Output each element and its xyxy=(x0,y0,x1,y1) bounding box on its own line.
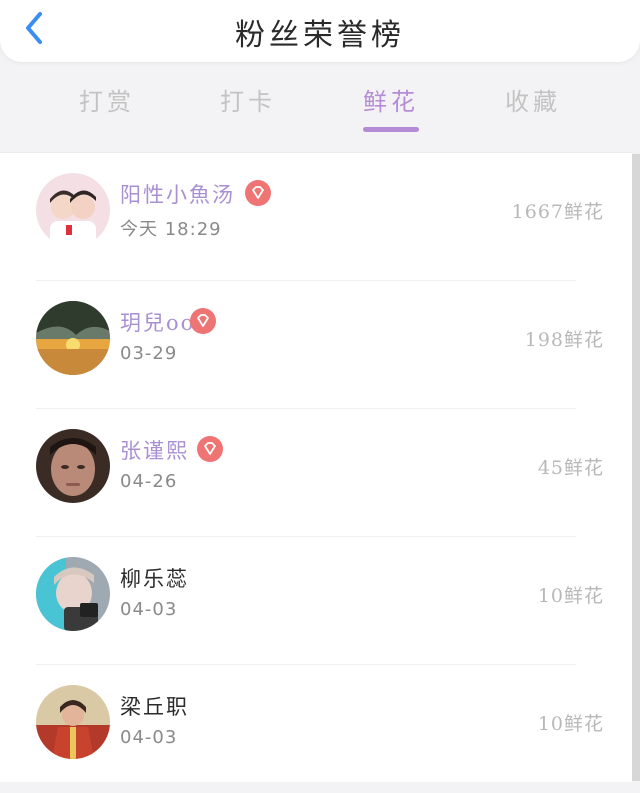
flower-count: 1667鲜花 xyxy=(511,201,604,223)
flower-count: 10鲜花 xyxy=(537,585,604,607)
top-bar: 粉丝荣誉榜 xyxy=(0,0,640,62)
ranking-list: 阳性小魚汤 今天 18:29 1667鲜花 玥兒oo 03-29 198鲜花 张… xyxy=(0,152,632,782)
tab-bar: 打赏 打卡 鲜花 收藏 xyxy=(0,74,640,144)
face-photo-image xyxy=(36,429,110,503)
flower-count: 198鲜花 xyxy=(524,329,604,351)
timestamp: 04-03 xyxy=(120,727,178,748)
list-item[interactable]: 张谨熙 04-26 45鲜花 xyxy=(0,409,632,537)
avatar[interactable] xyxy=(36,173,110,247)
fan-name[interactable]: 柳乐蕊 xyxy=(120,563,189,593)
couple-photo-image xyxy=(36,173,110,247)
list-item[interactable]: 玥兒oo 03-29 198鲜花 xyxy=(0,281,632,409)
avatar[interactable] xyxy=(36,301,110,375)
flower-count: 45鲜花 xyxy=(537,457,604,479)
fan-name[interactable]: 玥兒oo xyxy=(120,307,195,337)
warrior-photo-image xyxy=(36,685,110,759)
timestamp: 今天 18:29 xyxy=(120,219,222,240)
flower-count: 10鲜花 xyxy=(537,713,604,735)
tab-dashang[interactable]: 打赏 xyxy=(52,82,162,117)
avatar[interactable] xyxy=(36,557,110,631)
tab-shoucang[interactable]: 收藏 xyxy=(478,82,588,117)
gem-icon xyxy=(190,308,216,334)
tab-daka[interactable]: 打卡 xyxy=(193,82,303,117)
active-tab-indicator xyxy=(363,127,419,132)
fan-name[interactable]: 梁丘职 xyxy=(120,691,189,721)
timestamp: 03-29 xyxy=(120,343,178,364)
selfie-photo-image xyxy=(36,557,110,631)
page-title: 粉丝荣誉榜 xyxy=(235,18,405,53)
fan-name[interactable]: 阳性小魚汤 xyxy=(120,179,235,209)
avatar[interactable] xyxy=(36,429,110,503)
sunset-photo-image xyxy=(36,301,110,375)
timestamp: 04-03 xyxy=(120,599,178,620)
list-item[interactable]: 梁丘职 04-03 10鲜花 xyxy=(0,665,632,793)
list-item[interactable]: 柳乐蕊 04-03 10鲜花 xyxy=(0,537,632,665)
gem-icon xyxy=(197,436,223,462)
fan-name[interactable]: 张谨熙 xyxy=(120,435,189,465)
gem-icon xyxy=(245,180,271,206)
scrollbar[interactable] xyxy=(632,154,640,781)
timestamp: 04-26 xyxy=(120,471,178,492)
tab-xianhua[interactable]: 鲜花 xyxy=(336,82,446,117)
avatar[interactable] xyxy=(36,685,110,759)
list-item[interactable]: 阳性小魚汤 今天 18:29 1667鲜花 xyxy=(0,153,632,281)
